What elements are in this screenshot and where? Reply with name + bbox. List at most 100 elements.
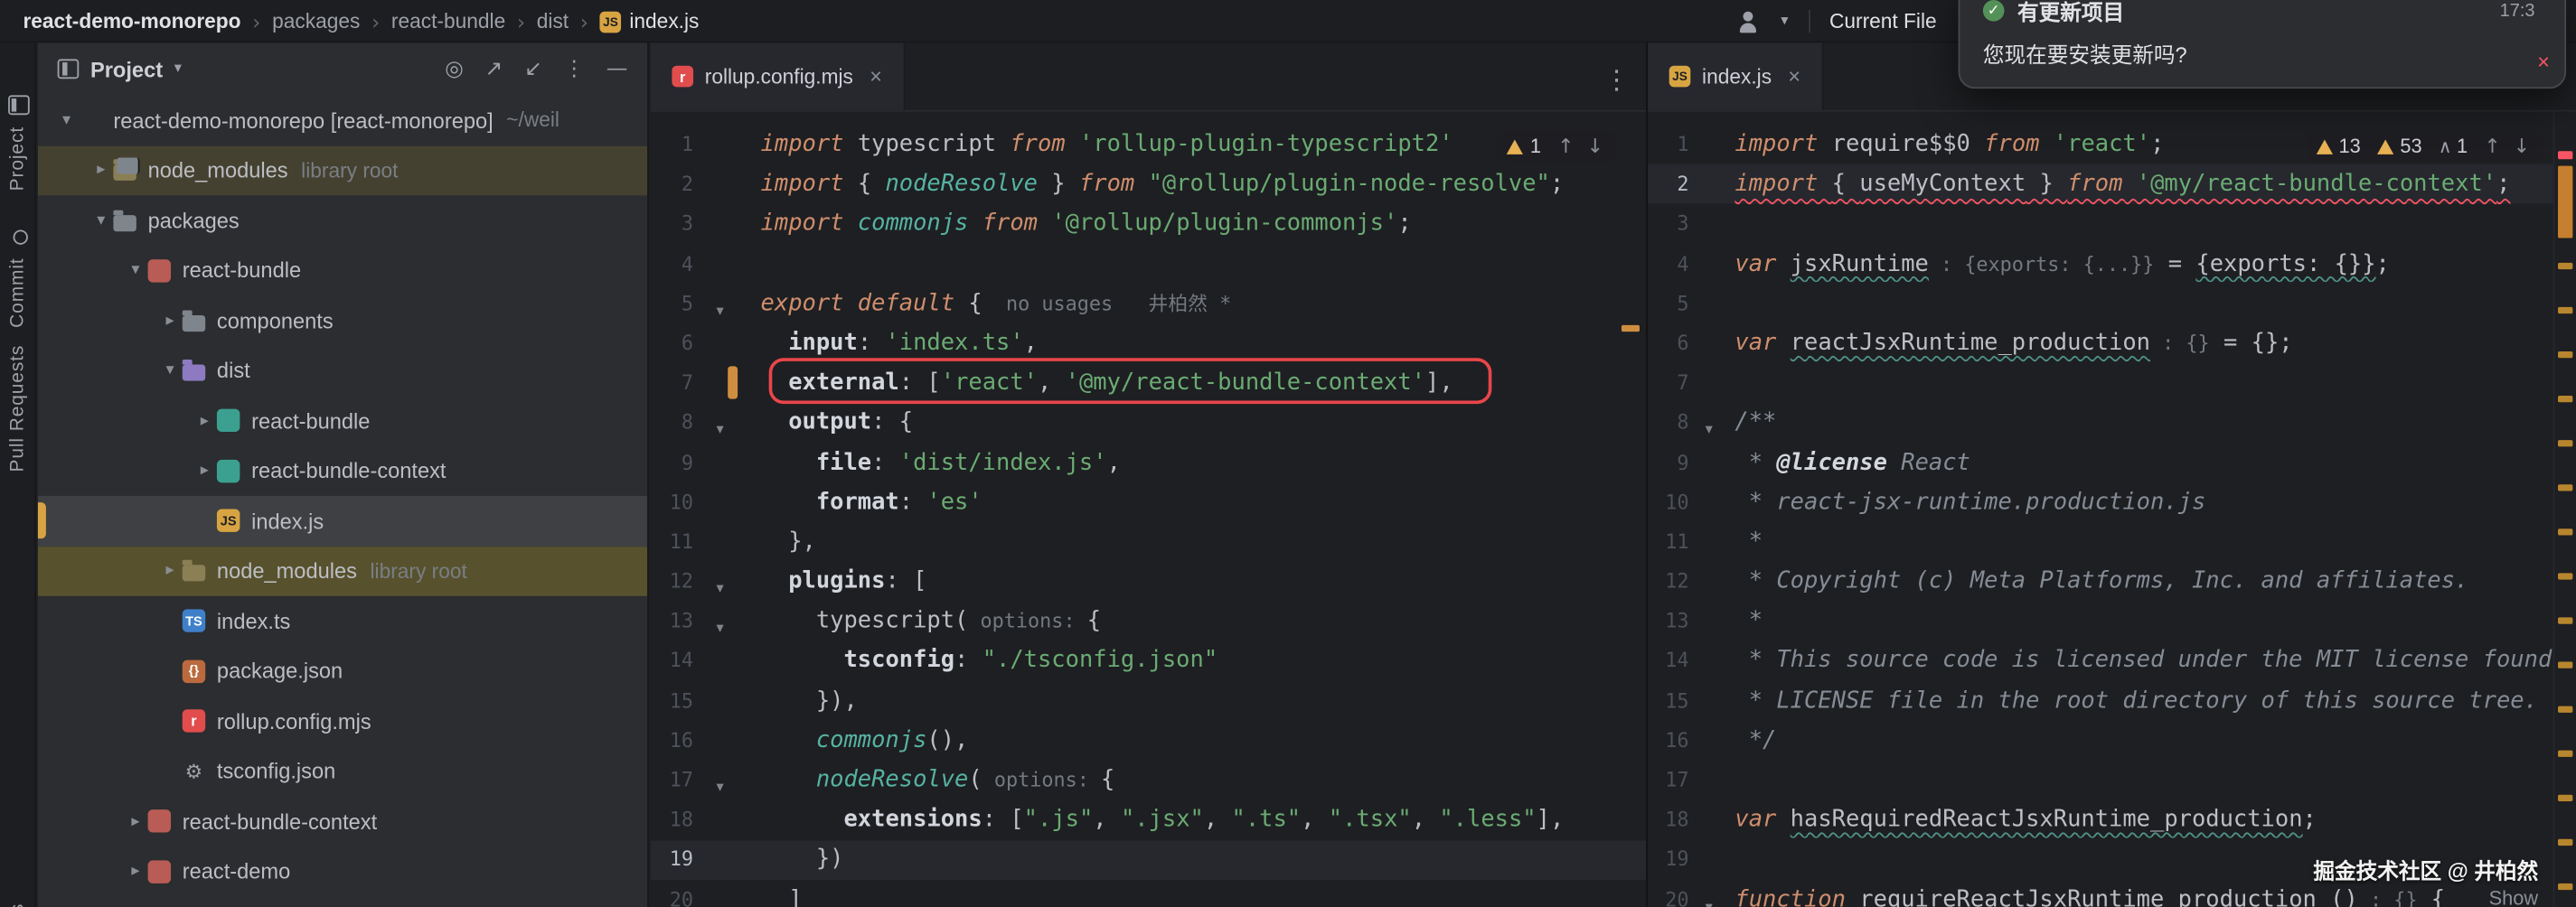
line-number[interactable]: 2 bbox=[1648, 164, 1688, 204]
line-number[interactable]: 7 bbox=[1648, 363, 1688, 403]
line-number[interactable]: 8 bbox=[651, 403, 693, 443]
code-line[interactable] bbox=[1735, 363, 2576, 403]
toolwindow-button-project[interactable]: Project bbox=[0, 95, 36, 191]
code-line[interactable]: * bbox=[1735, 602, 2576, 641]
line-number[interactable]: 19 bbox=[651, 839, 693, 879]
line-number[interactable]: 18 bbox=[1648, 800, 1688, 840]
collapse-icon[interactable]: ↙ bbox=[524, 57, 542, 81]
bookmark-marker[interactable] bbox=[728, 366, 738, 398]
breadcrumb-item[interactable]: packages bbox=[272, 10, 360, 33]
code-line[interactable]: file: 'dist/index.js', bbox=[761, 443, 1565, 482]
line-number[interactable]: 17 bbox=[1648, 761, 1688, 800]
line-number[interactable]: 14 bbox=[1648, 641, 1688, 681]
code-line[interactable]: import { useMyContext } from '@my/react-… bbox=[1735, 164, 2576, 204]
line-number[interactable]: 4 bbox=[651, 244, 693, 284]
fold-marker-icon[interactable]: ▾ bbox=[1706, 423, 1713, 439]
line-number[interactable]: 6 bbox=[651, 323, 693, 363]
code-line[interactable]: * This source code is licensed under the… bbox=[1735, 641, 2576, 681]
tree-item[interactable]: {}package.json bbox=[38, 646, 647, 696]
project-toolwindow-title[interactable]: Project bbox=[90, 57, 163, 81]
tree-item[interactable]: ▸react-bundle-context bbox=[38, 797, 647, 846]
code-line[interactable]: format: 'es' bbox=[761, 482, 1565, 522]
code-line[interactable]: }, bbox=[761, 522, 1565, 562]
code-line[interactable]: * Copyright (c) Meta Platforms, Inc. and… bbox=[1735, 562, 2576, 602]
line-number[interactable]: 13 bbox=[651, 602, 693, 641]
fold-marker-icon[interactable]: ▾ bbox=[716, 582, 723, 598]
tree-item[interactable]: ▸components bbox=[38, 295, 647, 345]
line-number[interactable]: 6 bbox=[1648, 323, 1688, 363]
line-number[interactable]: 18 bbox=[651, 800, 693, 840]
line-number[interactable]: 9 bbox=[651, 443, 693, 482]
code-line[interactable]: export default { no usages 井柏然 * bbox=[761, 284, 1565, 323]
tree-item[interactable]: ▾react-bundle bbox=[38, 246, 647, 295]
tree-item[interactable]: ▸react-demo bbox=[38, 846, 647, 896]
line-number[interactable]: 1 bbox=[651, 125, 693, 164]
tree-item[interactable]: ▸node_moduleslibrary root bbox=[38, 546, 647, 595]
tab-options-icon[interactable]: ⋮ bbox=[1603, 64, 1630, 96]
code-with-me-users-icon[interactable] bbox=[1738, 11, 1766, 33]
line-number[interactable]: 20 bbox=[651, 879, 693, 907]
code-line[interactable]: * bbox=[1735, 522, 2576, 562]
code-line[interactable]: plugins: [ bbox=[761, 562, 1565, 602]
locate-file-icon[interactable]: ◎ bbox=[445, 57, 464, 81]
code-line[interactable]: * LICENSE file in the root directory of … bbox=[1735, 681, 2576, 721]
editor-right[interactable]: 1234567891011121314151617181920 ▾▾ impor… bbox=[1648, 112, 2576, 907]
warning-badge[interactable]: 53 bbox=[2377, 135, 2422, 157]
code-line[interactable]: var hasRequiredReactJsxRuntime_productio… bbox=[1735, 800, 2576, 840]
tree-item[interactable]: ▸react-bundle bbox=[38, 396, 647, 445]
line-number[interactable]: 20 bbox=[1648, 879, 1688, 907]
inspection-nav-arrows[interactable]: ↑ ↓ bbox=[2484, 135, 2533, 157]
editor-left[interactable]: 1234567891011121314151617181920 ▾▾▾▾▾ im… bbox=[651, 112, 1646, 907]
chevron-down-icon[interactable]: ▾ bbox=[1781, 14, 1788, 30]
toolwindow-button-commit[interactable]: Commit bbox=[0, 227, 36, 328]
code-line[interactable]: nodeResolve( options: { bbox=[761, 761, 1565, 800]
code-line[interactable]: import { nodeResolve } from "@rollup/plu… bbox=[761, 164, 1565, 204]
code-area[interactable]: import typescript from 'rollup-plugin-ty… bbox=[761, 125, 1565, 907]
code-line[interactable]: ] bbox=[761, 879, 1565, 907]
line-number[interactable]: 11 bbox=[1648, 522, 1688, 562]
breadcrumb-item[interactable]: JSindex.js bbox=[600, 10, 700, 33]
tree-item[interactable]: TSindex.ts bbox=[38, 596, 647, 646]
code-line[interactable]: * @license React bbox=[1735, 443, 2576, 482]
tab-index-js[interactable]: JS index.js × bbox=[1648, 42, 1823, 110]
code-line[interactable]: output: { bbox=[761, 403, 1565, 443]
warning-badge[interactable]: 1 bbox=[1507, 135, 1541, 157]
code-area[interactable]: import require$$0 from 'react';import { … bbox=[1735, 125, 2576, 907]
line-number[interactable]: 1 bbox=[1648, 125, 1688, 164]
code-line[interactable] bbox=[1735, 204, 2576, 244]
breadcrumb-item[interactable]: dist bbox=[537, 10, 569, 33]
update-notification-popup[interactable]: ✓ 有更新项目 17:3 您现在要安装更新吗? × bbox=[1959, 0, 2567, 89]
line-number[interactable]: 4 bbox=[1648, 244, 1688, 284]
code-line[interactable]: var reactJsxRuntime_production : {} = {}… bbox=[1735, 323, 2576, 363]
error-stripe-mark[interactable] bbox=[1622, 325, 1640, 331]
line-number[interactable]: 12 bbox=[651, 562, 693, 602]
line-number[interactable]: 5 bbox=[1648, 284, 1688, 323]
hide-toolwindow-icon[interactable]: — bbox=[606, 57, 628, 81]
fold-marker-icon[interactable]: ▾ bbox=[716, 423, 723, 439]
line-number[interactable]: 16 bbox=[651, 721, 693, 761]
line-number[interactable]: 9 bbox=[1648, 443, 1688, 482]
code-line[interactable]: }) bbox=[761, 839, 1565, 879]
code-line[interactable]: import commonjs from '@rollup/plugin-com… bbox=[761, 204, 1565, 244]
fold-marker-icon[interactable]: ▾ bbox=[716, 622, 723, 638]
tree-item[interactable]: ▾packages bbox=[38, 195, 647, 245]
line-number[interactable]: 10 bbox=[651, 482, 693, 522]
notification-close-icon[interactable]: × bbox=[2537, 50, 2550, 74]
code-line[interactable] bbox=[1735, 284, 2576, 323]
close-tab-icon[interactable]: × bbox=[870, 64, 882, 89]
error-stripe[interactable] bbox=[2553, 112, 2576, 907]
line-number[interactable]: 13 bbox=[1648, 602, 1688, 641]
tree-item[interactable]: JSindex.js bbox=[38, 496, 647, 546]
breadcrumb-item[interactable]: react-bundle bbox=[391, 10, 505, 33]
tree-item[interactable]: ▾react-demo-monorepo [react-monorepo]~/w… bbox=[38, 95, 647, 145]
tree-item[interactable]: ⚙tsconfig.json bbox=[38, 746, 647, 796]
warning-badge[interactable]: 13 bbox=[2316, 135, 2361, 157]
inspections-widget[interactable]: 1353∧1↑ ↓ bbox=[2306, 131, 2543, 161]
run-widget-current-file[interactable]: Current File bbox=[1829, 10, 1937, 33]
tree-item[interactable]: ▾dist bbox=[38, 346, 647, 396]
code-line[interactable]: var jsxRuntime : {exports: {...}} = {exp… bbox=[1735, 244, 2576, 284]
code-line[interactable]: import typescript from 'rollup-plugin-ty… bbox=[761, 125, 1565, 164]
line-number[interactable]: 8 bbox=[1648, 403, 1688, 443]
line-number[interactable]: 17 bbox=[651, 761, 693, 800]
code-line[interactable]: commonjs(), bbox=[761, 721, 1565, 761]
